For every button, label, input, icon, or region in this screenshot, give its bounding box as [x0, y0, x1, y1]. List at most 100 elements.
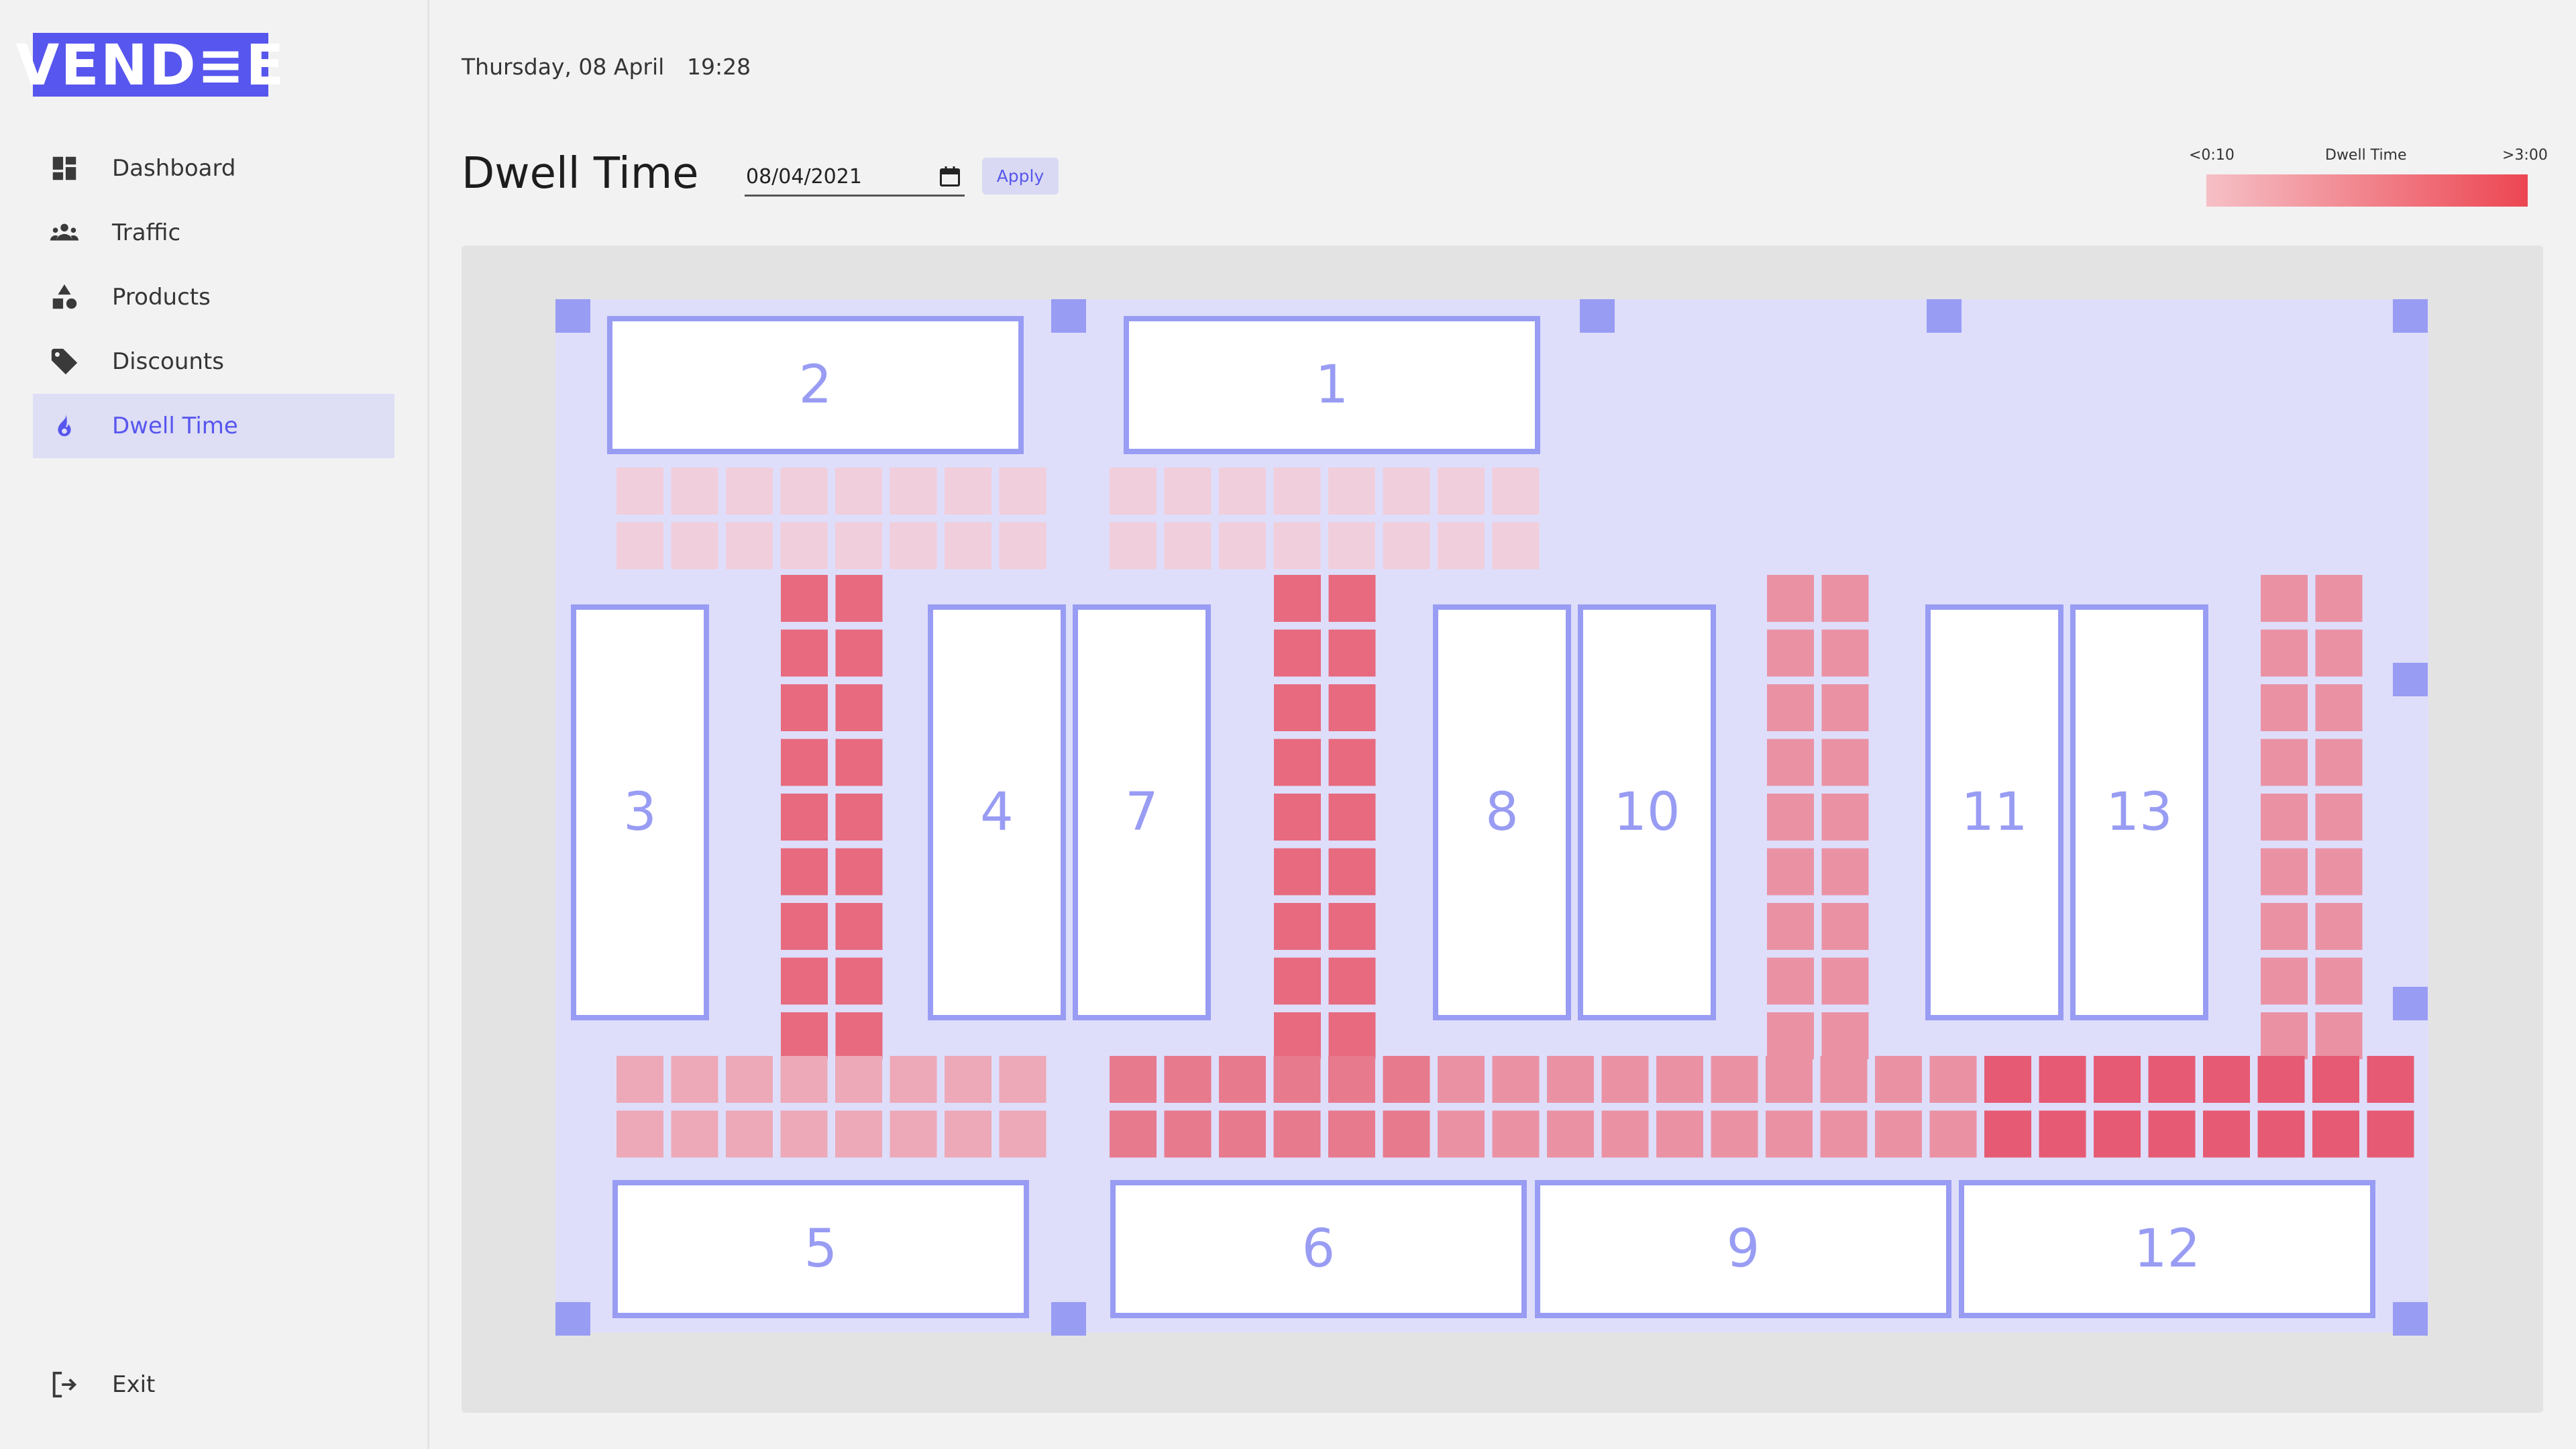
- heat-cell[interactable]: [1929, 1056, 1977, 1103]
- heat-cell[interactable]: [945, 1056, 991, 1103]
- heat-cell[interactable]: [1274, 575, 1321, 622]
- heat-cell[interactable]: [2261, 957, 2308, 1005]
- date-input[interactable]: 08/04/2021: [745, 158, 965, 197]
- heat-cell[interactable]: [2203, 1056, 2250, 1103]
- heat-cell[interactable]: [1328, 794, 1376, 841]
- heat-cell[interactable]: [835, 794, 883, 841]
- heat-cell[interactable]: [1328, 684, 1376, 731]
- heat-cell[interactable]: [671, 1110, 718, 1158]
- heat-cell[interactable]: [671, 1056, 718, 1103]
- heat-cell[interactable]: [671, 468, 718, 515]
- calendar-icon[interactable]: [938, 164, 962, 189]
- heat-cell[interactable]: [726, 1056, 773, 1103]
- heat-cell[interactable]: [1821, 957, 1869, 1005]
- heat-cell[interactable]: [616, 522, 663, 570]
- heat-cell[interactable]: [1547, 1056, 1594, 1103]
- heat-cell[interactable]: [780, 468, 828, 515]
- heat-cell[interactable]: [2094, 1110, 2141, 1158]
- heat-cell[interactable]: [1492, 1056, 1540, 1103]
- heat-cell[interactable]: [1767, 957, 1814, 1005]
- heat-cell[interactable]: [1711, 1110, 1758, 1158]
- heat-cell[interactable]: [835, 739, 883, 786]
- heat-cell[interactable]: [2315, 903, 2363, 950]
- heat-cell[interactable]: [999, 522, 1046, 570]
- heat-cell[interactable]: [1711, 1056, 1758, 1103]
- heat-cell[interactable]: [671, 522, 718, 570]
- heat-cell[interactable]: [1767, 903, 1814, 950]
- heat-cell[interactable]: [2315, 739, 2363, 786]
- heat-cell[interactable]: [2261, 629, 2308, 677]
- heat-cell[interactable]: [835, 684, 883, 731]
- heat-cell[interactable]: [1273, 1056, 1321, 1103]
- sidebar-item-discounts[interactable]: Discounts: [33, 329, 394, 394]
- heat-cell[interactable]: [835, 522, 882, 570]
- heat-cell[interactable]: [1767, 575, 1814, 622]
- heat-cell[interactable]: [835, 575, 883, 622]
- heat-cell[interactable]: [2315, 1012, 2363, 1059]
- heat-cell[interactable]: [1875, 1056, 1922, 1103]
- heat-cell[interactable]: [2261, 794, 2308, 841]
- heat-cell[interactable]: [1767, 848, 1814, 896]
- heat-cell[interactable]: [1274, 629, 1321, 677]
- heat-cell[interactable]: [1273, 468, 1321, 515]
- heat-cell[interactable]: [2203, 1110, 2250, 1158]
- heat-cell[interactable]: [2315, 794, 2363, 841]
- heat-cell[interactable]: [2315, 848, 2363, 896]
- heat-cell[interactable]: [1328, 522, 1375, 570]
- heat-cell[interactable]: [1164, 1056, 1212, 1103]
- heat-cell[interactable]: [1164, 468, 1212, 515]
- heat-cell[interactable]: [2257, 1110, 2305, 1158]
- heat-cell[interactable]: [1110, 1056, 1157, 1103]
- heat-cell[interactable]: [2312, 1110, 2359, 1158]
- heat-cell[interactable]: [781, 684, 828, 731]
- heat-cell[interactable]: [835, 1056, 882, 1103]
- heat-cell[interactable]: [1821, 794, 1869, 841]
- heat-cell[interactable]: [616, 1056, 663, 1103]
- heat-cell[interactable]: [2257, 1056, 2305, 1103]
- heat-cell[interactable]: [780, 522, 828, 570]
- exit-button[interactable]: Exit: [33, 1352, 394, 1417]
- heat-cell[interactable]: [1820, 1056, 1868, 1103]
- heat-cell[interactable]: [890, 1056, 937, 1103]
- heat-cell[interactable]: [2261, 903, 2308, 950]
- heat-cell[interactable]: [2367, 1110, 2414, 1158]
- heat-cell[interactable]: [1328, 1110, 1375, 1158]
- heat-cell[interactable]: [726, 522, 773, 570]
- heat-cell[interactable]: [1274, 794, 1321, 841]
- heat-cell[interactable]: [1656, 1056, 1703, 1103]
- heat-cell[interactable]: [2261, 575, 2308, 622]
- heat-cell[interactable]: [1383, 1056, 1430, 1103]
- heat-cell[interactable]: [1492, 522, 1540, 570]
- heat-cell[interactable]: [1821, 684, 1869, 731]
- heat-cell[interactable]: [1383, 1110, 1430, 1158]
- heat-cell[interactable]: [1601, 1110, 1649, 1158]
- heat-cell[interactable]: [835, 848, 883, 896]
- heat-cell[interactable]: [1438, 1056, 1485, 1103]
- heat-cell[interactable]: [781, 848, 828, 896]
- heat-cell[interactable]: [1821, 1012, 1869, 1059]
- heat-cell[interactable]: [1383, 522, 1430, 570]
- heat-cell[interactable]: [2039, 1056, 2086, 1103]
- heat-cell[interactable]: [2315, 575, 2363, 622]
- heat-cell[interactable]: [1767, 684, 1814, 731]
- apply-button[interactable]: Apply: [982, 158, 1059, 195]
- heat-cell[interactable]: [2148, 1056, 2196, 1103]
- heat-cell[interactable]: [999, 1110, 1046, 1158]
- heat-cell[interactable]: [780, 1056, 828, 1103]
- heat-cell[interactable]: [781, 629, 828, 677]
- heat-cell[interactable]: [1328, 903, 1376, 950]
- heat-cell[interactable]: [1274, 957, 1321, 1005]
- heat-cell[interactable]: [780, 1110, 828, 1158]
- heat-cell[interactable]: [1110, 522, 1157, 570]
- heat-cell[interactable]: [1984, 1110, 2031, 1158]
- heat-cell[interactable]: [890, 522, 937, 570]
- heat-cell[interactable]: [835, 1110, 882, 1158]
- heat-cell[interactable]: [1110, 468, 1157, 515]
- heat-cell[interactable]: [2039, 1110, 2086, 1158]
- sidebar-item-dwell-time[interactable]: Dwell Time: [33, 394, 394, 458]
- heat-cell[interactable]: [1273, 1110, 1321, 1158]
- heat-cell[interactable]: [616, 468, 663, 515]
- heat-cell[interactable]: [1767, 1012, 1814, 1059]
- heat-cell[interactable]: [890, 468, 937, 515]
- heat-cell[interactable]: [1219, 1056, 1266, 1103]
